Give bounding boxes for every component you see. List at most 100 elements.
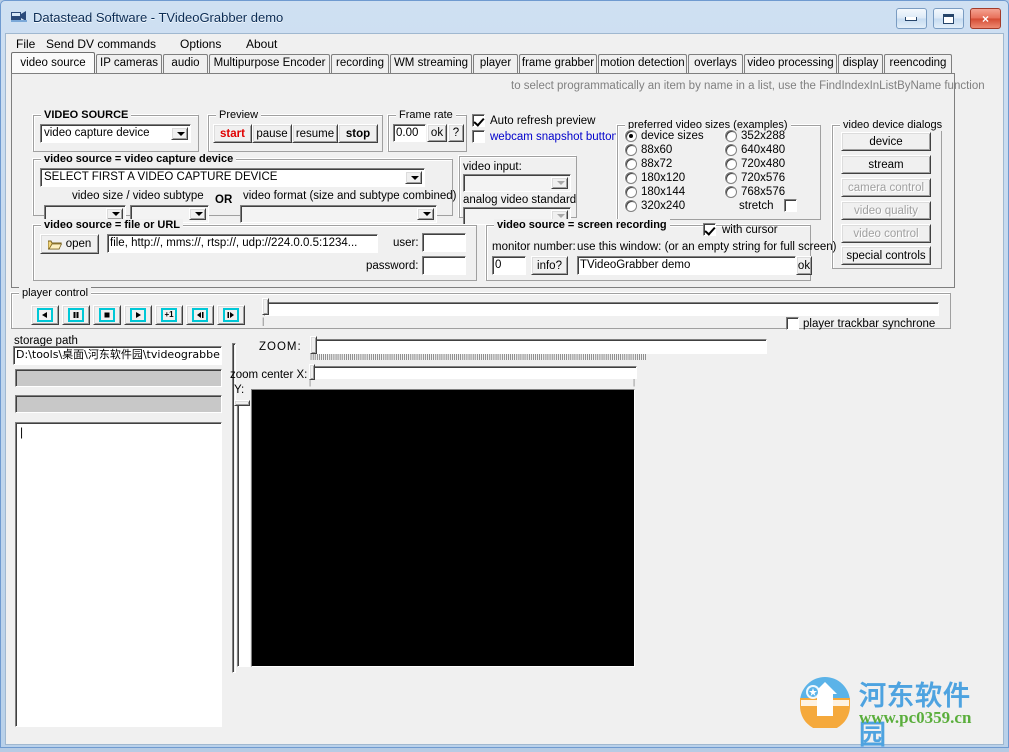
webcam-snapshot-checkbox[interactable]: [472, 130, 485, 143]
or-label: OR: [215, 194, 233, 206]
stretch-label: stretch: [739, 200, 774, 212]
radio-device-sizes-label: device sizes: [641, 130, 704, 142]
radio-720x480[interactable]: [725, 158, 737, 170]
password-label: password:: [366, 260, 419, 272]
radio-640x480[interactable]: [725, 144, 737, 156]
url-input[interactable]: file, http://, mms://, rtsp://, udp://22…: [107, 234, 378, 253]
radio-320x240-label: 320x240: [641, 200, 686, 212]
device-dialog-button[interactable]: device: [841, 132, 931, 151]
frame-rate-input[interactable]: 0.00: [393, 124, 426, 142]
use-this-window-label: use this window: (or an empty string for…: [577, 241, 837, 253]
player-trackbar-synchrone-checkbox[interactable]: [786, 317, 799, 330]
with-cursor-checkbox[interactable]: [703, 223, 716, 236]
chevron-down-icon[interactable]: [189, 208, 206, 220]
tab-wm-streaming[interactable]: WM streaming: [390, 54, 472, 73]
tab-audio[interactable]: audio: [163, 54, 208, 73]
minimize-button[interactable]: [895, 8, 927, 29]
player-play-button[interactable]: [124, 305, 152, 325]
monitor-number-label: monitor number:: [492, 241, 576, 253]
radio-768x576[interactable]: [725, 186, 737, 198]
player-frame-back-button[interactable]: [186, 305, 214, 325]
player-frame-forward-button[interactable]: [217, 305, 245, 325]
radio-180x144[interactable]: [625, 186, 637, 198]
chevron-down-icon[interactable]: [417, 208, 434, 220]
play-icon: [130, 308, 146, 322]
preview-resume-button[interactable]: resume: [292, 124, 338, 143]
capture-device-combo[interactable]: SELECT FIRST A VIDEO CAPTURE DEVICE: [40, 168, 425, 187]
video-input-combo[interactable]: [463, 174, 571, 192]
radio-320x240[interactable]: [625, 200, 637, 212]
radio-88x60[interactable]: [625, 144, 637, 156]
video-format-combo[interactable]: [240, 205, 437, 223]
frame-rate-help-button[interactable]: ?: [448, 124, 464, 142]
auto-refresh-preview-label: Auto refresh preview: [490, 115, 596, 127]
player-stop-button[interactable]: [93, 305, 121, 325]
chevron-down-icon[interactable]: [405, 171, 422, 184]
with-cursor-label: with cursor: [722, 224, 778, 236]
tab-motion-detection[interactable]: motion detection: [598, 54, 687, 73]
tab-multipurpose-encoder[interactable]: Multipurpose Encoder: [209, 54, 330, 73]
storage-path-input[interactable]: D:\tools\桌面\河东软件园\tvideograbbe: [13, 346, 222, 365]
menu-options[interactable]: Options: [178, 37, 223, 51]
maximize-icon: [934, 9, 963, 28]
menu-file[interactable]: File: [14, 37, 37, 51]
player-step-one-frame-button[interactable]: +1: [155, 305, 183, 325]
radio-device-sizes[interactable]: [625, 130, 637, 142]
zoom-center-x-track[interactable]: [312, 366, 637, 379]
tab-video-source[interactable]: video source: [11, 52, 95, 73]
monitor-number-input[interactable]: 0: [492, 256, 526, 275]
monitor-info-button[interactable]: info?: [531, 256, 568, 275]
zoom-center-y-thumb[interactable]: [234, 400, 250, 406]
auto-refresh-preview-checkbox[interactable]: [472, 114, 485, 127]
preview-start-button[interactable]: start: [213, 124, 252, 143]
tab-frame-grabber[interactable]: frame grabber: [519, 54, 597, 73]
maximize-button[interactable]: [932, 8, 964, 29]
player-pause-button[interactable]: [62, 305, 90, 325]
radio-88x72[interactable]: [625, 158, 637, 170]
frame-forward-icon: [223, 308, 239, 322]
preview-stop-button[interactable]: stop: [338, 124, 378, 143]
webcam-snapshot-label[interactable]: webcam snapshot button: [490, 131, 618, 143]
window-name-ok-button[interactable]: ok: [796, 256, 812, 275]
radio-720x576[interactable]: [725, 172, 737, 184]
open-file-button[interactable]: open: [40, 234, 99, 254]
video-control-dialog-button: video control: [841, 224, 931, 243]
stretch-checkbox[interactable]: [784, 199, 797, 212]
radio-180x120[interactable]: [625, 172, 637, 184]
video-source-combo[interactable]: video capture device: [40, 124, 191, 143]
player-step-back-button[interactable]: [31, 305, 59, 325]
tab-display[interactable]: display: [838, 54, 883, 73]
video-input-label: video input:: [463, 161, 522, 173]
log-memo[interactable]: [15, 422, 222, 727]
menu-about[interactable]: About: [244, 37, 279, 51]
menu-send-dv[interactable]: Send DV commands: [44, 37, 158, 51]
user-input[interactable]: [422, 233, 466, 252]
password-input[interactable]: [422, 256, 466, 275]
chevron-down-icon[interactable]: [551, 177, 568, 189]
tab-recording[interactable]: recording: [331, 54, 389, 73]
video-preview-surface[interactable]: [251, 389, 635, 667]
tab-video-processing[interactable]: video processing: [744, 54, 837, 73]
zoom-center-y-track[interactable]: [237, 404, 250, 667]
radio-180x144-label: 180x144: [641, 186, 686, 198]
chevron-down-icon[interactable]: [171, 127, 188, 140]
close-button[interactable]: ×: [970, 8, 1001, 29]
tab-overlays[interactable]: overlays: [688, 54, 743, 73]
zoom-trackbar-track[interactable]: [312, 339, 767, 354]
zoom-trackbar-thumb[interactable]: [310, 336, 317, 354]
player-trackbar-track[interactable]: [264, 302, 939, 316]
tab-reencoding[interactable]: reencoding: [884, 54, 952, 73]
stream-dialog-button[interactable]: stream: [841, 155, 931, 174]
watermark-logo: 河东软件园 www.pc0359.cn: [797, 672, 997, 751]
folder-open-icon: [47, 239, 62, 250]
preview-pause-button[interactable]: pause: [252, 124, 292, 143]
special-controls-dialog-button[interactable]: special controls: [841, 246, 931, 265]
storage-field-2[interactable]: [15, 369, 222, 387]
radio-352x288[interactable]: [725, 130, 737, 142]
player-trackbar-thumb[interactable]: [262, 298, 269, 315]
tab-player[interactable]: player: [473, 54, 518, 73]
window-name-input[interactable]: TVideoGrabber demo: [577, 256, 796, 275]
storage-field-3[interactable]: [15, 395, 222, 413]
tab-ip-cameras[interactable]: IP cameras: [96, 54, 162, 73]
frame-rate-ok-button[interactable]: ok: [427, 124, 447, 142]
